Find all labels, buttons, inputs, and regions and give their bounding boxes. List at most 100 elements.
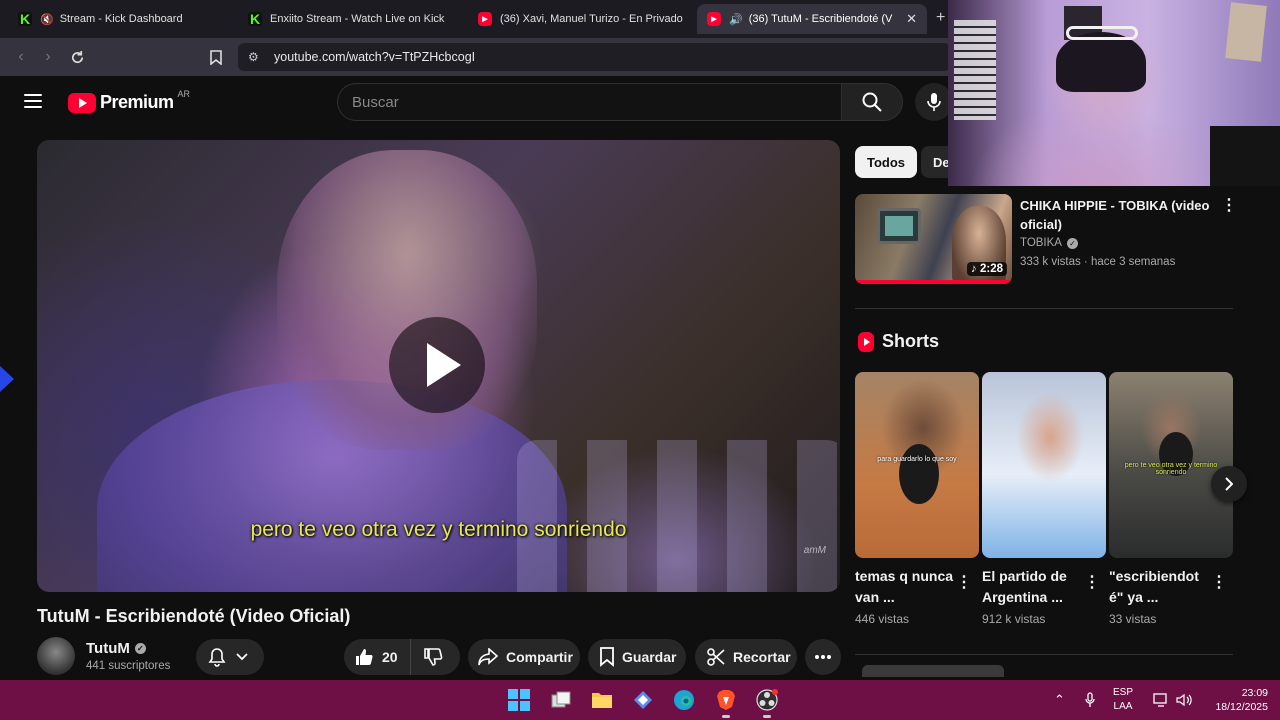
channel-avatar[interactable]: [37, 637, 75, 675]
kick-icon: K: [18, 11, 32, 27]
more-vertical-icon[interactable]: ⋮: [1084, 575, 1100, 591]
like-button[interactable]: 20: [344, 639, 411, 675]
like-count: 20: [382, 649, 398, 665]
divider: [855, 308, 1233, 309]
search-input[interactable]: [352, 93, 841, 111]
video-duration: ♪ 2:28: [967, 262, 1007, 276]
webcam-person: [1056, 32, 1146, 92]
bookmark-icon: [600, 647, 614, 667]
back-icon[interactable]: ‹: [10, 46, 32, 68]
windows-start-icon[interactable]: [507, 688, 531, 712]
search-button[interactable]: [841, 83, 903, 121]
subscriber-count: 441 suscriptores: [86, 660, 171, 672]
thumbnail-microphone: [899, 444, 939, 504]
recommended-channel-row[interactable]: TOBIKA ✓: [1020, 237, 1078, 249]
clip-label: Recortar: [733, 649, 791, 665]
more-vertical-icon[interactable]: ⋮: [1211, 575, 1227, 591]
youtube-logo[interactable]: Premium AR: [68, 88, 191, 113]
edge-icon[interactable]: [672, 688, 696, 712]
short-views: 912 k vistas: [982, 612, 1046, 626]
show-hidden-icons-icon[interactable]: ⌃: [1054, 680, 1065, 720]
reload-icon[interactable]: [66, 46, 88, 68]
short-views: 33 vistas: [1109, 612, 1157, 626]
tab-title: (36) Xavi, Manuel Turizo - En Privado: [500, 13, 683, 25]
site-settings-icon[interactable]: ⚙: [248, 50, 259, 64]
recommended-title[interactable]: CHIKA HIPPIE - TOBIKA (video oficial): [1020, 196, 1210, 234]
country-code: AR: [177, 88, 191, 99]
video-player[interactable]: pero te veo otra vez y termino sonriendo…: [37, 140, 840, 592]
recommended-thumbnail[interactable]: ♪ 2:28: [855, 194, 1012, 284]
short-caption: para guardarlo lo que soy: [877, 456, 957, 463]
video-subtitle: pero te veo otra vez y termino sonriendo: [250, 518, 627, 541]
more-horizontal-icon: [815, 655, 831, 659]
more-actions-button[interactable]: [805, 639, 841, 675]
menu-icon[interactable]: [24, 94, 42, 108]
tab-kick-dashboard[interactable]: K 🔇 Stream - Kick Dashboard: [8, 4, 238, 34]
new-tab-icon[interactable]: +: [936, 9, 945, 27]
input-language-indicator[interactable]: ESP LAA: [1113, 686, 1133, 714]
tab-youtube-tutum[interactable]: ▶ 🔊 (36) TutuM - Escribiendoté (V ✕: [697, 4, 927, 34]
microphone-icon: [927, 93, 941, 111]
more-vertical-icon[interactable]: ⋮: [956, 575, 972, 591]
share-button[interactable]: Compartir: [468, 639, 580, 675]
chip-todos[interactable]: Todos: [855, 146, 918, 178]
save-button[interactable]: Guardar: [588, 639, 686, 675]
brave-browser-icon[interactable]: [714, 688, 738, 718]
forward-icon[interactable]: ›: [37, 46, 59, 68]
obs-icon[interactable]: [755, 688, 779, 718]
volume-icon[interactable]: [1176, 680, 1192, 720]
short-caption: pero te veo otra vez y termino sonriendo: [1124, 462, 1218, 476]
tab-title: Stream - Kick Dashboard: [59, 13, 183, 25]
tab-kick-stream[interactable]: K Enxiito Stream - Watch Live on Kick: [238, 4, 468, 34]
tab-audio-icon[interactable]: 🔊: [729, 13, 743, 26]
chevron-right-icon: [1225, 477, 1233, 491]
share-label: Compartir: [506, 649, 573, 665]
shorts-heading-text: Shorts: [882, 331, 940, 351]
close-tab-icon[interactable]: ✕: [906, 11, 917, 27]
like-dislike-group: 20: [344, 639, 460, 675]
play-button[interactable]: [389, 317, 485, 413]
short-views: 446 vistas: [855, 612, 910, 626]
bookmark-icon[interactable]: [205, 46, 227, 68]
share-arrow-icon: [478, 648, 498, 666]
recommended-channel[interactable]: TOBIKA: [1020, 237, 1062, 249]
watch-progress-bar: [855, 280, 1012, 284]
next-shorts-button[interactable]: [1211, 466, 1247, 502]
youtube-icon: ▶: [707, 12, 721, 26]
channel-name-row[interactable]: TutuM ✓: [86, 640, 146, 657]
scissors-icon: [707, 648, 725, 666]
file-explorer-icon[interactable]: [590, 688, 614, 712]
app-icon[interactable]: [631, 688, 655, 712]
system-clock[interactable]: 23:09 18/12/2025: [1215, 686, 1268, 714]
shorts-heading: Shorts: [858, 331, 939, 352]
short-thumbnail[interactable]: [982, 372, 1106, 558]
save-label: Guardar: [622, 649, 677, 665]
mouse-cursor-icon: [0, 366, 14, 392]
duration-text: 2:28: [979, 263, 1003, 275]
verified-icon: ✓: [134, 643, 146, 654]
dislike-button[interactable]: [411, 639, 455, 675]
task-view-icon[interactable]: [549, 688, 573, 712]
short-title[interactable]: temas q nunca van ...: [855, 566, 955, 608]
address-bar[interactable]: ⚙ youtube.com/watch?v=TtPZHcbcogI: [238, 43, 950, 71]
short-thumbnail[interactable]: para guardarlo lo que soy: [855, 372, 979, 558]
tab-muted-icon[interactable]: 🔇: [40, 13, 54, 26]
network-icon[interactable]: [1153, 680, 1169, 720]
short-title[interactable]: El partido de Argentina ...: [982, 566, 1082, 608]
language-code: ESP: [1113, 687, 1134, 698]
next-item-thumbnail-peek[interactable]: [862, 665, 1004, 677]
video-title: TutuM - Escribiendoté (Video Oficial): [37, 606, 351, 626]
short-thumbnail[interactable]: pero te veo otra vez y termino sonriendo: [1109, 372, 1233, 558]
webcam-chair: [1210, 126, 1280, 186]
channel-name[interactable]: TutuM: [86, 640, 130, 657]
clip-button[interactable]: Recortar: [695, 639, 797, 675]
notifications-button[interactable]: [196, 639, 264, 675]
more-vertical-icon[interactable]: ⋮: [1221, 198, 1237, 214]
video-frame-chairs: [517, 440, 840, 592]
tab-youtube-en-privado[interactable]: ▶ (36) Xavi, Manuel Turizo - En Privado: [468, 4, 698, 34]
microphone-tray-icon[interactable]: [1085, 680, 1095, 720]
webcam-overlay: [948, 0, 1280, 186]
logo-text: Premium: [100, 92, 174, 112]
divider: [855, 654, 1233, 655]
short-title[interactable]: "escribiendot é" ya ...: [1109, 566, 1209, 608]
